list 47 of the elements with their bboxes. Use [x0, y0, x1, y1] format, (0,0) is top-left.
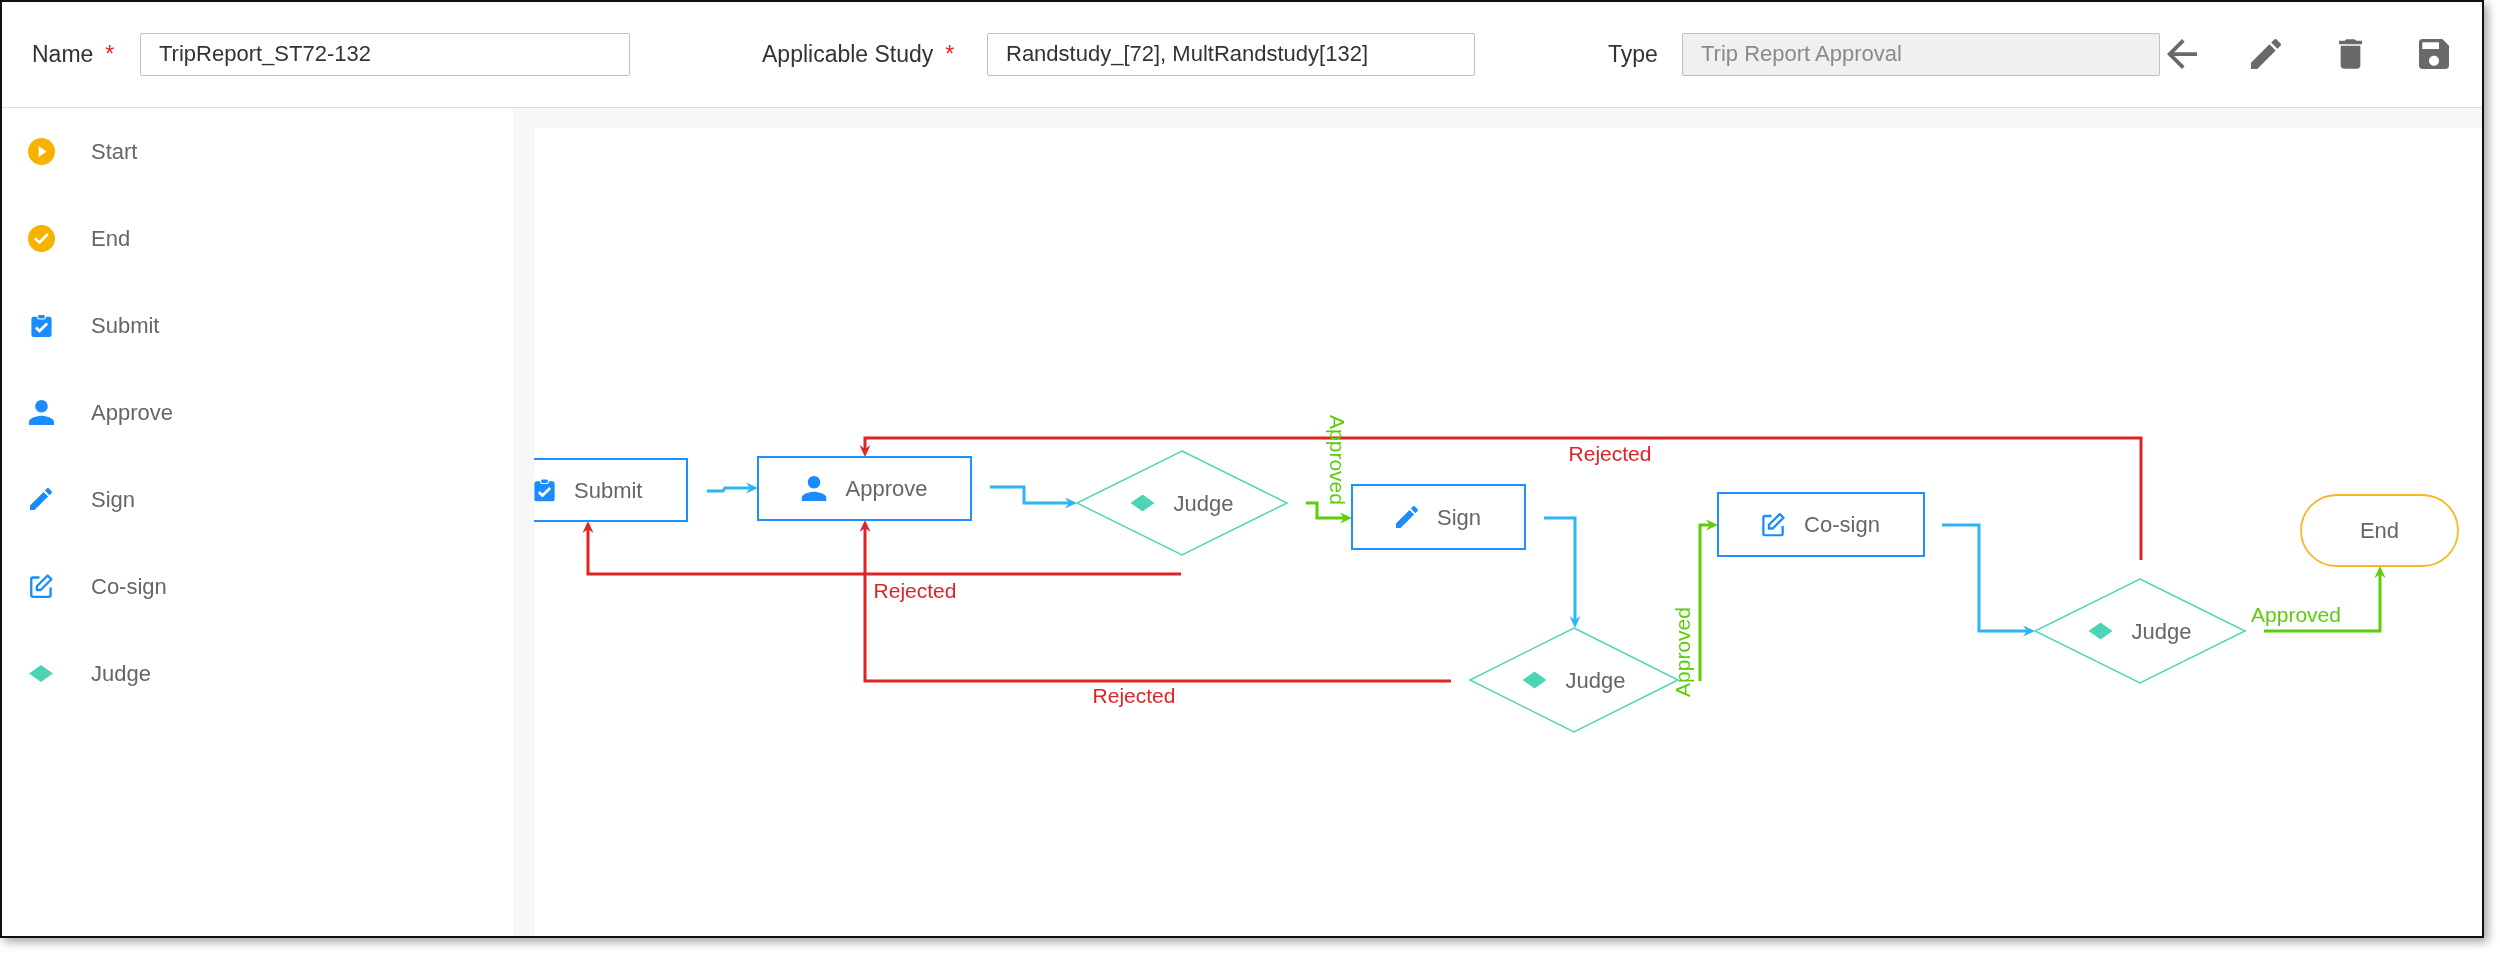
input-field[interactable]: Randstudy_[72], MultRandstudy[132] [987, 32, 1475, 76]
required-mark: * [105, 40, 115, 69]
node-label: Approve [845, 475, 928, 501]
palette-item[interactable]: Sign [23, 478, 140, 520]
required-mark: * [945, 40, 955, 69]
edge-label: Rejected [1092, 683, 1176, 706]
diamond-icon [29, 664, 53, 682]
node-label: Submit [574, 477, 643, 502]
person-icon [801, 475, 827, 501]
palette-item[interactable]: End [23, 217, 135, 259]
palette-item[interactable]: Start [23, 130, 142, 172]
node-label: Judge [2131, 618, 2192, 643]
diamond-icon [1130, 494, 1155, 511]
input-field[interactable]: TripReport_ST72-132 [140, 32, 630, 76]
field-label: Applicable Study [762, 40, 934, 69]
person-icon [28, 399, 54, 425]
palette-item[interactable]: Co-sign [23, 565, 171, 607]
edge-label: Rejected [1568, 441, 1652, 464]
check-circle-icon [27, 224, 55, 252]
edge-label: Approved [1670, 606, 1694, 697]
connector-arrow [707, 482, 758, 493]
field-label: Type [1608, 40, 1658, 69]
arrow-left-icon [2167, 39, 2197, 70]
trash-icon [2338, 39, 2362, 70]
diamond-icon [1522, 671, 1547, 688]
edge-label: Rejected [873, 578, 957, 601]
node-label: End [2359, 517, 2400, 543]
field-label: Name [32, 40, 94, 69]
node-label: Judge [1173, 490, 1234, 515]
palette-item[interactable]: Judge [23, 652, 155, 694]
pencil-icon [30, 488, 52, 510]
pencil-icon [1396, 505, 1418, 528]
edge-label: Approved [2251, 602, 2341, 625]
node-label: Judge [1565, 667, 1626, 692]
clipboard-check-icon [30, 313, 52, 337]
edit-square-icon [1763, 513, 1784, 535]
clipboard-check-icon [534, 478, 555, 501]
save-icon [2419, 39, 2449, 70]
edit-square-icon [29, 574, 53, 598]
pencil-icon [2251, 39, 2281, 70]
node-label: Co-sign [1804, 511, 1880, 537]
diamond-icon [2088, 622, 2113, 639]
node-label: Sign [1437, 504, 1481, 529]
palette-item[interactable]: Approve [23, 391, 177, 433]
edge-label: Approved [1325, 414, 1349, 505]
palette-item[interactable]: Submit [23, 304, 164, 346]
play-circle-icon [27, 137, 55, 165]
